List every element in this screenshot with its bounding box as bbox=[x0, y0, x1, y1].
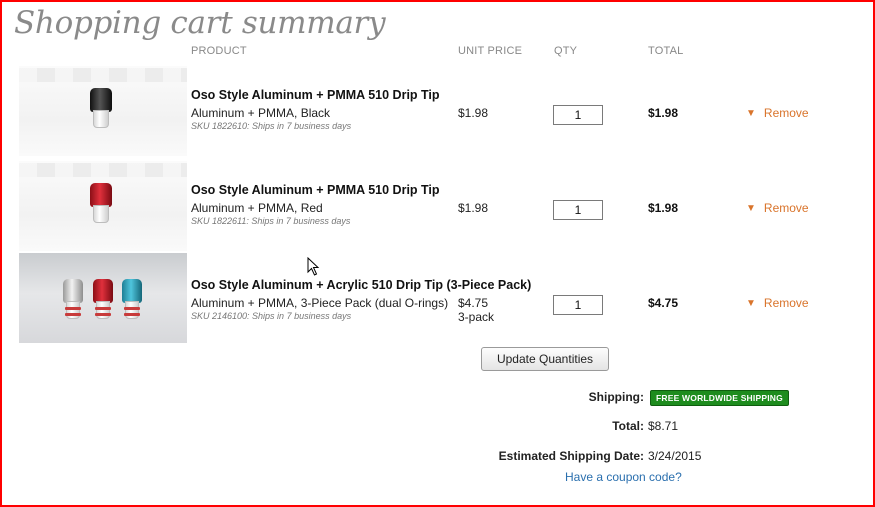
product-variant: Aluminum + PMMA, Red bbox=[191, 201, 323, 215]
quantity-input[interactable] bbox=[553, 105, 603, 125]
unit-price-note: 3-pack bbox=[458, 310, 495, 324]
coupon-code-link[interactable]: Have a coupon code? bbox=[565, 470, 682, 484]
unit-price: $1.98 bbox=[458, 106, 489, 120]
product-name[interactable]: Oso Style Aluminum + Acrylic 510 Drip Ti… bbox=[191, 278, 531, 292]
product-variant: Aluminum + PMMA, 3-Piece Pack (dual O-ri… bbox=[191, 296, 449, 310]
column-header-total: TOTAL bbox=[648, 45, 684, 57]
remove-link[interactable]: ▼ Remove bbox=[746, 106, 809, 120]
product-sku: SKU 1822611: Ships in 7 business days bbox=[191, 216, 351, 226]
unit-price-value: $4.75 bbox=[458, 296, 489, 310]
total-label: Total: bbox=[612, 419, 644, 433]
mouse-pointer-icon bbox=[307, 257, 320, 276]
product-name[interactable]: Oso Style Aluminum + PMMA 510 Drip Tip bbox=[191, 88, 440, 102]
free-shipping-badge: FREE WORLDWIDE SHIPPING bbox=[650, 390, 789, 406]
product-sku: SKU 2146100: Ships in 7 business days bbox=[191, 311, 352, 321]
product-sku: SKU 1822610: Ships in 7 business days bbox=[191, 121, 352, 131]
line-total: $1.98 bbox=[648, 201, 679, 215]
triangle-down-icon: ▼ bbox=[746, 203, 756, 214]
product-name[interactable]: Oso Style Aluminum + PMMA 510 Drip Tip bbox=[191, 183, 440, 197]
quantity-input[interactable] bbox=[553, 295, 603, 315]
remove-link[interactable]: ▼ Remove bbox=[746, 201, 809, 215]
triangle-down-icon: ▼ bbox=[746, 298, 756, 309]
column-header-qty: QTY bbox=[554, 45, 578, 57]
page-title: Shopping cart summary bbox=[14, 5, 386, 41]
update-quantities-button[interactable]: Update Quantities bbox=[481, 347, 609, 371]
cart-row: Oso Style Aluminum + PMMA 510 Drip Tip A… bbox=[0, 66, 870, 161]
product-variant: Aluminum + PMMA, Black bbox=[191, 106, 331, 120]
line-total: $1.98 bbox=[648, 106, 679, 120]
cart-row: Oso Style Aluminum + Acrylic 510 Drip Ti… bbox=[0, 253, 870, 348]
line-total: $4.75 bbox=[648, 296, 679, 310]
drip-tip-black-image[interactable] bbox=[19, 66, 187, 156]
order-total: $8.71 bbox=[648, 419, 679, 433]
cart-row: Oso Style Aluminum + PMMA 510 Drip Tip A… bbox=[0, 161, 870, 256]
drip-tip-red-image[interactable] bbox=[19, 161, 187, 251]
column-header-product: PRODUCT bbox=[191, 45, 247, 57]
drip-tip-3-pack-image[interactable] bbox=[19, 253, 187, 343]
quantity-input[interactable] bbox=[553, 200, 603, 220]
remove-link[interactable]: ▼ Remove bbox=[746, 296, 809, 310]
unit-price: $1.98 bbox=[458, 201, 489, 215]
shipping-label: Shipping: bbox=[588, 390, 644, 404]
column-header-unit-price: UNIT PRICE bbox=[458, 45, 523, 57]
triangle-down-icon: ▼ bbox=[746, 108, 756, 119]
estimated-shipping-label: Estimated Shipping Date: bbox=[498, 449, 644, 463]
estimated-shipping-date: 3/24/2015 bbox=[648, 449, 702, 463]
unit-price: $4.75 3-pack bbox=[458, 296, 494, 324]
